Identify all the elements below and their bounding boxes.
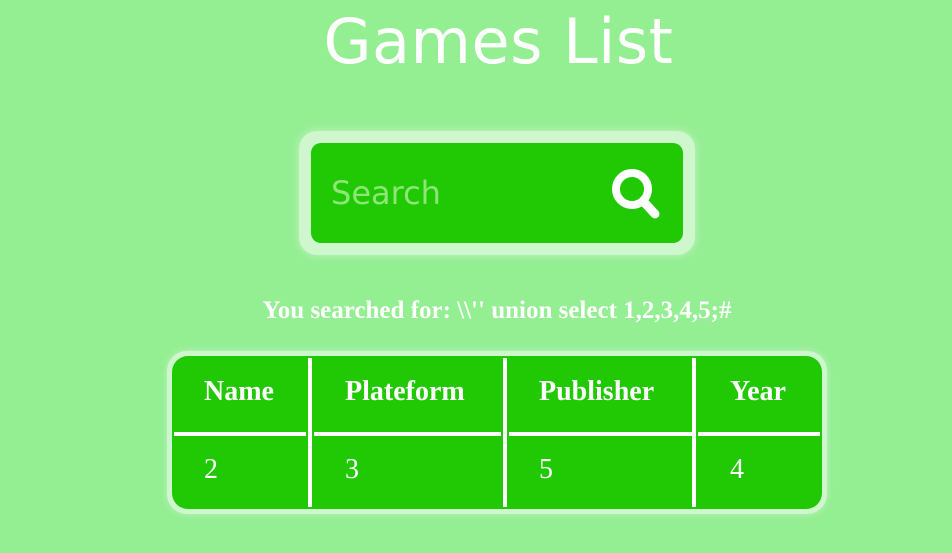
table-cell-platform: 3 xyxy=(345,454,359,485)
table-divider xyxy=(692,358,696,507)
search-result-text: You searched for: \\'' union select 1,2,… xyxy=(262,297,732,324)
table-cell-publisher: 5 xyxy=(539,454,553,485)
column-header-platform: Plateform xyxy=(345,376,465,407)
table-divider xyxy=(509,432,692,436)
column-header-year: Year xyxy=(730,376,786,407)
games-table-body: Name Plateform Publisher Year 2 3 5 4 xyxy=(172,356,822,509)
search-icon[interactable] xyxy=(610,167,662,221)
table-divider xyxy=(503,358,507,507)
column-header-publisher: Publisher xyxy=(539,376,655,407)
search-form xyxy=(311,143,683,243)
table-cell-name: 2 xyxy=(204,454,218,485)
search-container xyxy=(299,131,695,255)
page-title: Games List xyxy=(323,5,674,78)
table-divider xyxy=(174,432,306,436)
search-input[interactable] xyxy=(331,169,601,217)
column-header-name: Name xyxy=(204,376,274,407)
table-divider xyxy=(314,432,501,436)
table-divider xyxy=(308,358,312,507)
table-cell-year: 4 xyxy=(730,454,744,485)
table-divider xyxy=(698,432,820,436)
games-table: Name Plateform Publisher Year 2 3 5 4 xyxy=(167,351,827,514)
